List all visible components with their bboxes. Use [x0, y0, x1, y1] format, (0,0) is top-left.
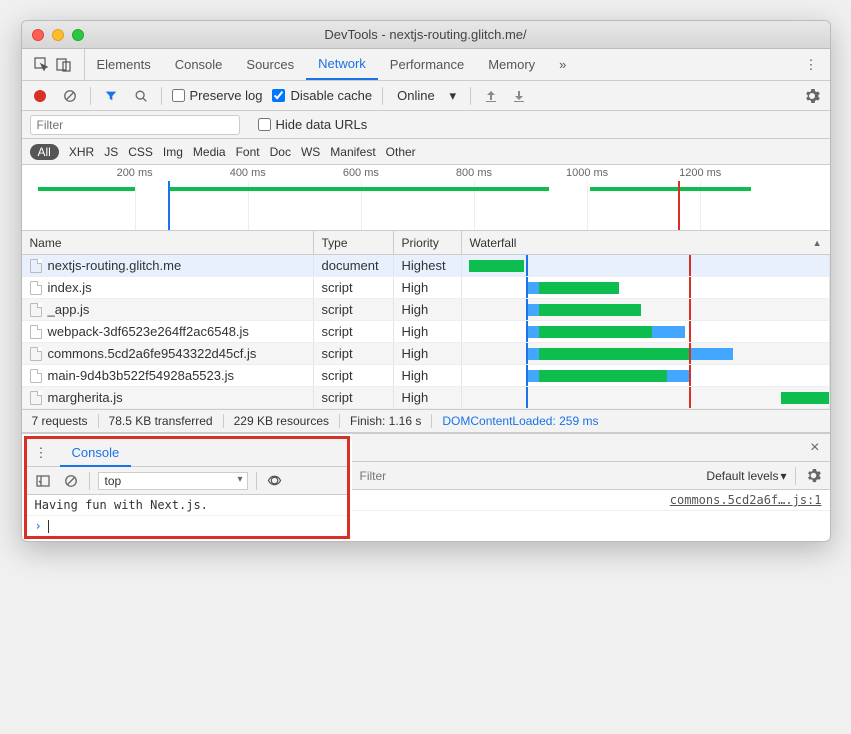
request-row[interactable]: margherita.jsscriptHigh: [22, 387, 830, 409]
clear-icon[interactable]: [60, 86, 80, 106]
drawer-close-icon[interactable]: ×: [810, 439, 819, 457]
tab-network[interactable]: Network: [306, 49, 378, 80]
console-toolbar-right: Default levels ▾: [352, 462, 830, 490]
request-filter-input[interactable]: [30, 115, 240, 135]
devtools-window: DevTools - nextjs-routing.glitch.me/ Ele…: [21, 20, 831, 542]
filter-all[interactable]: All: [30, 144, 59, 160]
preserve-log-checkbox[interactable]: Preserve log: [172, 88, 263, 103]
console-log-entry[interactable]: Having fun with Next.js.: [27, 495, 347, 516]
status-finish: Finish: 1.16 s: [340, 414, 432, 428]
more-tabs-button[interactable]: »: [547, 49, 578, 80]
console-sidebar-toggle-icon[interactable]: [33, 471, 53, 491]
hide-data-urls-label: Hide data URLs: [276, 117, 368, 132]
filter-js[interactable]: JS: [104, 145, 118, 159]
request-row[interactable]: index.jsscriptHigh: [22, 277, 830, 299]
overview-timeline[interactable]: 200 ms400 ms600 ms800 ms1000 ms1200 ms: [22, 165, 830, 231]
resource-type-filters: All XHR JS CSS Img Media Font Doc WS Manifest Othe…: [22, 139, 830, 165]
text-caret: [48, 520, 49, 533]
filter-icon[interactable]: [101, 86, 121, 106]
request-row[interactable]: main-9d4b3b522f54928a5523.jsscriptHigh: [22, 365, 830, 387]
request-row[interactable]: _app.jsscriptHigh: [22, 299, 830, 321]
tab-memory[interactable]: Memory: [476, 49, 547, 80]
log-levels-select[interactable]: Default levels ▾: [706, 469, 786, 483]
context-selector[interactable]: top: [98, 472, 248, 490]
inspect-icon[interactable]: [32, 55, 52, 75]
console-clear-icon[interactable]: [61, 471, 81, 491]
col-name[interactable]: Name: [22, 231, 314, 254]
tab-sources[interactable]: Sources: [234, 49, 306, 80]
status-transferred: 78.5 KB transferred: [99, 414, 224, 428]
console-prompt[interactable]: ›: [27, 516, 347, 536]
file-icon: [30, 259, 42, 273]
throttling-select[interactable]: Online ▾: [393, 88, 460, 104]
filter-ws[interactable]: WS: [301, 145, 320, 159]
drawer-tabs: ⋮ Console: [27, 439, 347, 467]
prompt-chevron-icon: ›: [35, 519, 42, 533]
device-toggle-icon[interactable]: [54, 55, 74, 75]
request-row[interactable]: commons.5cd2a6fe9543322d45cf.jsscriptHig…: [22, 343, 830, 365]
col-type[interactable]: Type: [314, 231, 394, 254]
filter-other[interactable]: Other: [386, 145, 416, 159]
log-source-link[interactable]: commons.5cd2a6f….js:1: [670, 493, 822, 507]
filter-css[interactable]: CSS: [128, 145, 153, 159]
drawer-kebab-icon[interactable]: ⋮: [27, 445, 56, 461]
requests-table: nextjs-routing.glitch.medocumentHighesti…: [22, 255, 830, 409]
filter-font[interactable]: Font: [236, 145, 260, 159]
network-toolbar: Preserve log Disable cache Online ▾: [22, 81, 830, 111]
filter-manifest[interactable]: Manifest: [330, 145, 375, 159]
search-icon[interactable]: [131, 86, 151, 106]
file-icon: [30, 347, 42, 361]
sort-indicator-icon: ▲: [813, 238, 822, 248]
filter-media[interactable]: Media: [193, 145, 226, 159]
drawer-tab-row-right: ×: [352, 434, 830, 462]
preserve-log-label: Preserve log: [190, 88, 263, 103]
col-waterfall[interactable]: Waterfall▲: [462, 231, 830, 254]
file-icon: [30, 303, 42, 317]
console-toolbar: top: [27, 467, 347, 495]
file-icon: [30, 325, 42, 339]
kebab-menu-icon[interactable]: ⋮: [793, 57, 830, 73]
disable-cache-label: Disable cache: [290, 88, 372, 103]
file-icon: [30, 369, 42, 383]
settings-gear-icon[interactable]: [802, 86, 822, 106]
filter-img[interactable]: Img: [163, 145, 183, 159]
tab-elements[interactable]: Elements: [85, 49, 163, 80]
request-row[interactable]: webpack-3df6523e264ff2ac6548.jsscriptHig…: [22, 321, 830, 343]
status-requests: 7 requests: [32, 414, 99, 428]
status-resources: 229 KB resources: [224, 414, 340, 428]
console-filter-input[interactable]: [358, 467, 699, 485]
request-row[interactable]: nextjs-routing.glitch.medocumentHighest: [22, 255, 830, 277]
upload-har-icon[interactable]: [481, 86, 501, 106]
console-drawer: ⋮ Console top Having fun with Next.js.: [22, 433, 830, 541]
titlebar: DevTools - nextjs-routing.glitch.me/: [22, 21, 830, 49]
highlight-box: ⋮ Console top Having fun with Next.js.: [24, 436, 350, 539]
console-output: Having fun with Next.js. ›: [27, 495, 347, 536]
tab-performance[interactable]: Performance: [378, 49, 476, 80]
col-priority[interactable]: Priority: [394, 231, 462, 254]
requests-header: Name Type Priority Waterfall▲: [22, 231, 830, 255]
tab-console[interactable]: Console: [60, 440, 132, 467]
disable-cache-checkbox[interactable]: Disable cache: [272, 88, 372, 103]
filter-row: Hide data URLs: [22, 111, 830, 139]
window-title: DevTools - nextjs-routing.glitch.me/: [22, 27, 830, 42]
log-message: Having fun with Next.js.: [35, 498, 208, 512]
record-button[interactable]: [30, 86, 50, 106]
console-prompt-right: [352, 511, 830, 517]
inspect-device-group: [22, 49, 85, 80]
console-output-right: commons.5cd2a6f….js:1: [352, 490, 830, 517]
filter-xhr[interactable]: XHR: [69, 145, 94, 159]
hide-data-urls-checkbox[interactable]: Hide data URLs: [258, 117, 368, 132]
console-log-entry-source[interactable]: commons.5cd2a6f….js:1: [352, 490, 830, 511]
status-bar: 7 requests 78.5 KB transferred 229 KB re…: [22, 409, 830, 433]
file-icon: [30, 391, 42, 405]
file-icon: [30, 281, 42, 295]
filter-doc[interactable]: Doc: [270, 145, 291, 159]
download-har-icon[interactable]: [509, 86, 529, 106]
live-expression-icon[interactable]: [265, 471, 285, 491]
console-settings-gear-icon[interactable]: [804, 466, 824, 486]
tab-console[interactable]: Console: [163, 49, 235, 80]
status-domcontentloaded: DOMContentLoaded: 259 ms: [432, 414, 608, 428]
main-tabs: ElementsConsoleSourcesNetworkPerformance…: [22, 49, 830, 81]
